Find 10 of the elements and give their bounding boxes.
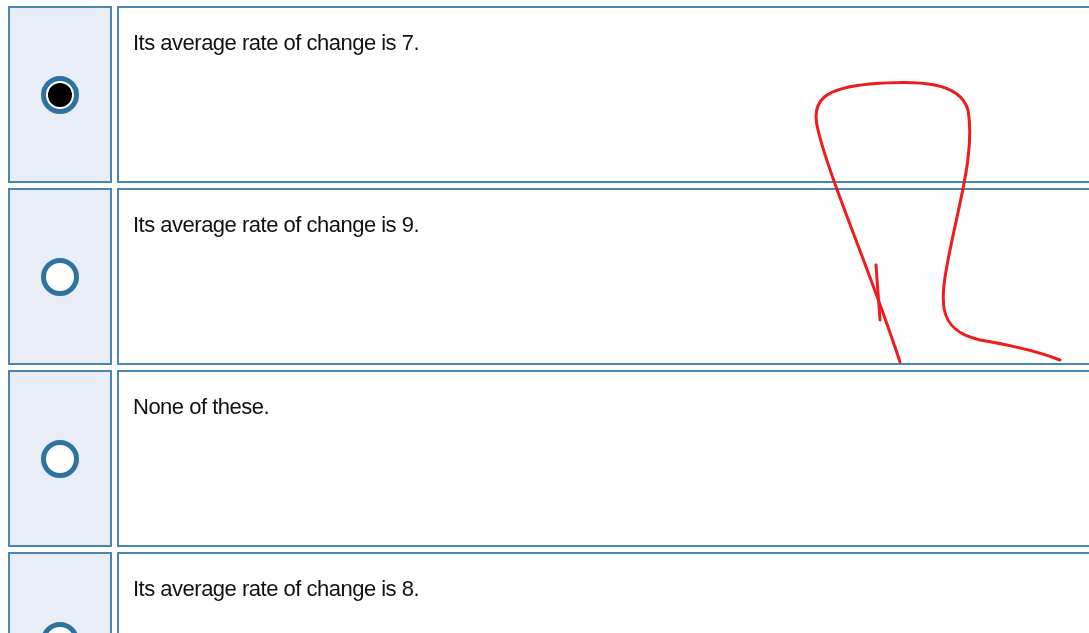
answer-text: Its average rate of change is 9. [133,212,420,237]
answer-text: Its average rate of change is 8. [133,576,420,601]
radio-button[interactable] [41,257,79,296]
option-selector-cell[interactable] [8,370,112,547]
answer-text: None of these. [133,394,270,419]
radio-button[interactable] [41,439,79,478]
option-selector-cell[interactable] [8,6,112,183]
option-selector-cell[interactable] [8,188,112,365]
radio-button[interactable] [41,75,79,114]
answer-text: Its average rate of change is 7. [133,30,420,55]
